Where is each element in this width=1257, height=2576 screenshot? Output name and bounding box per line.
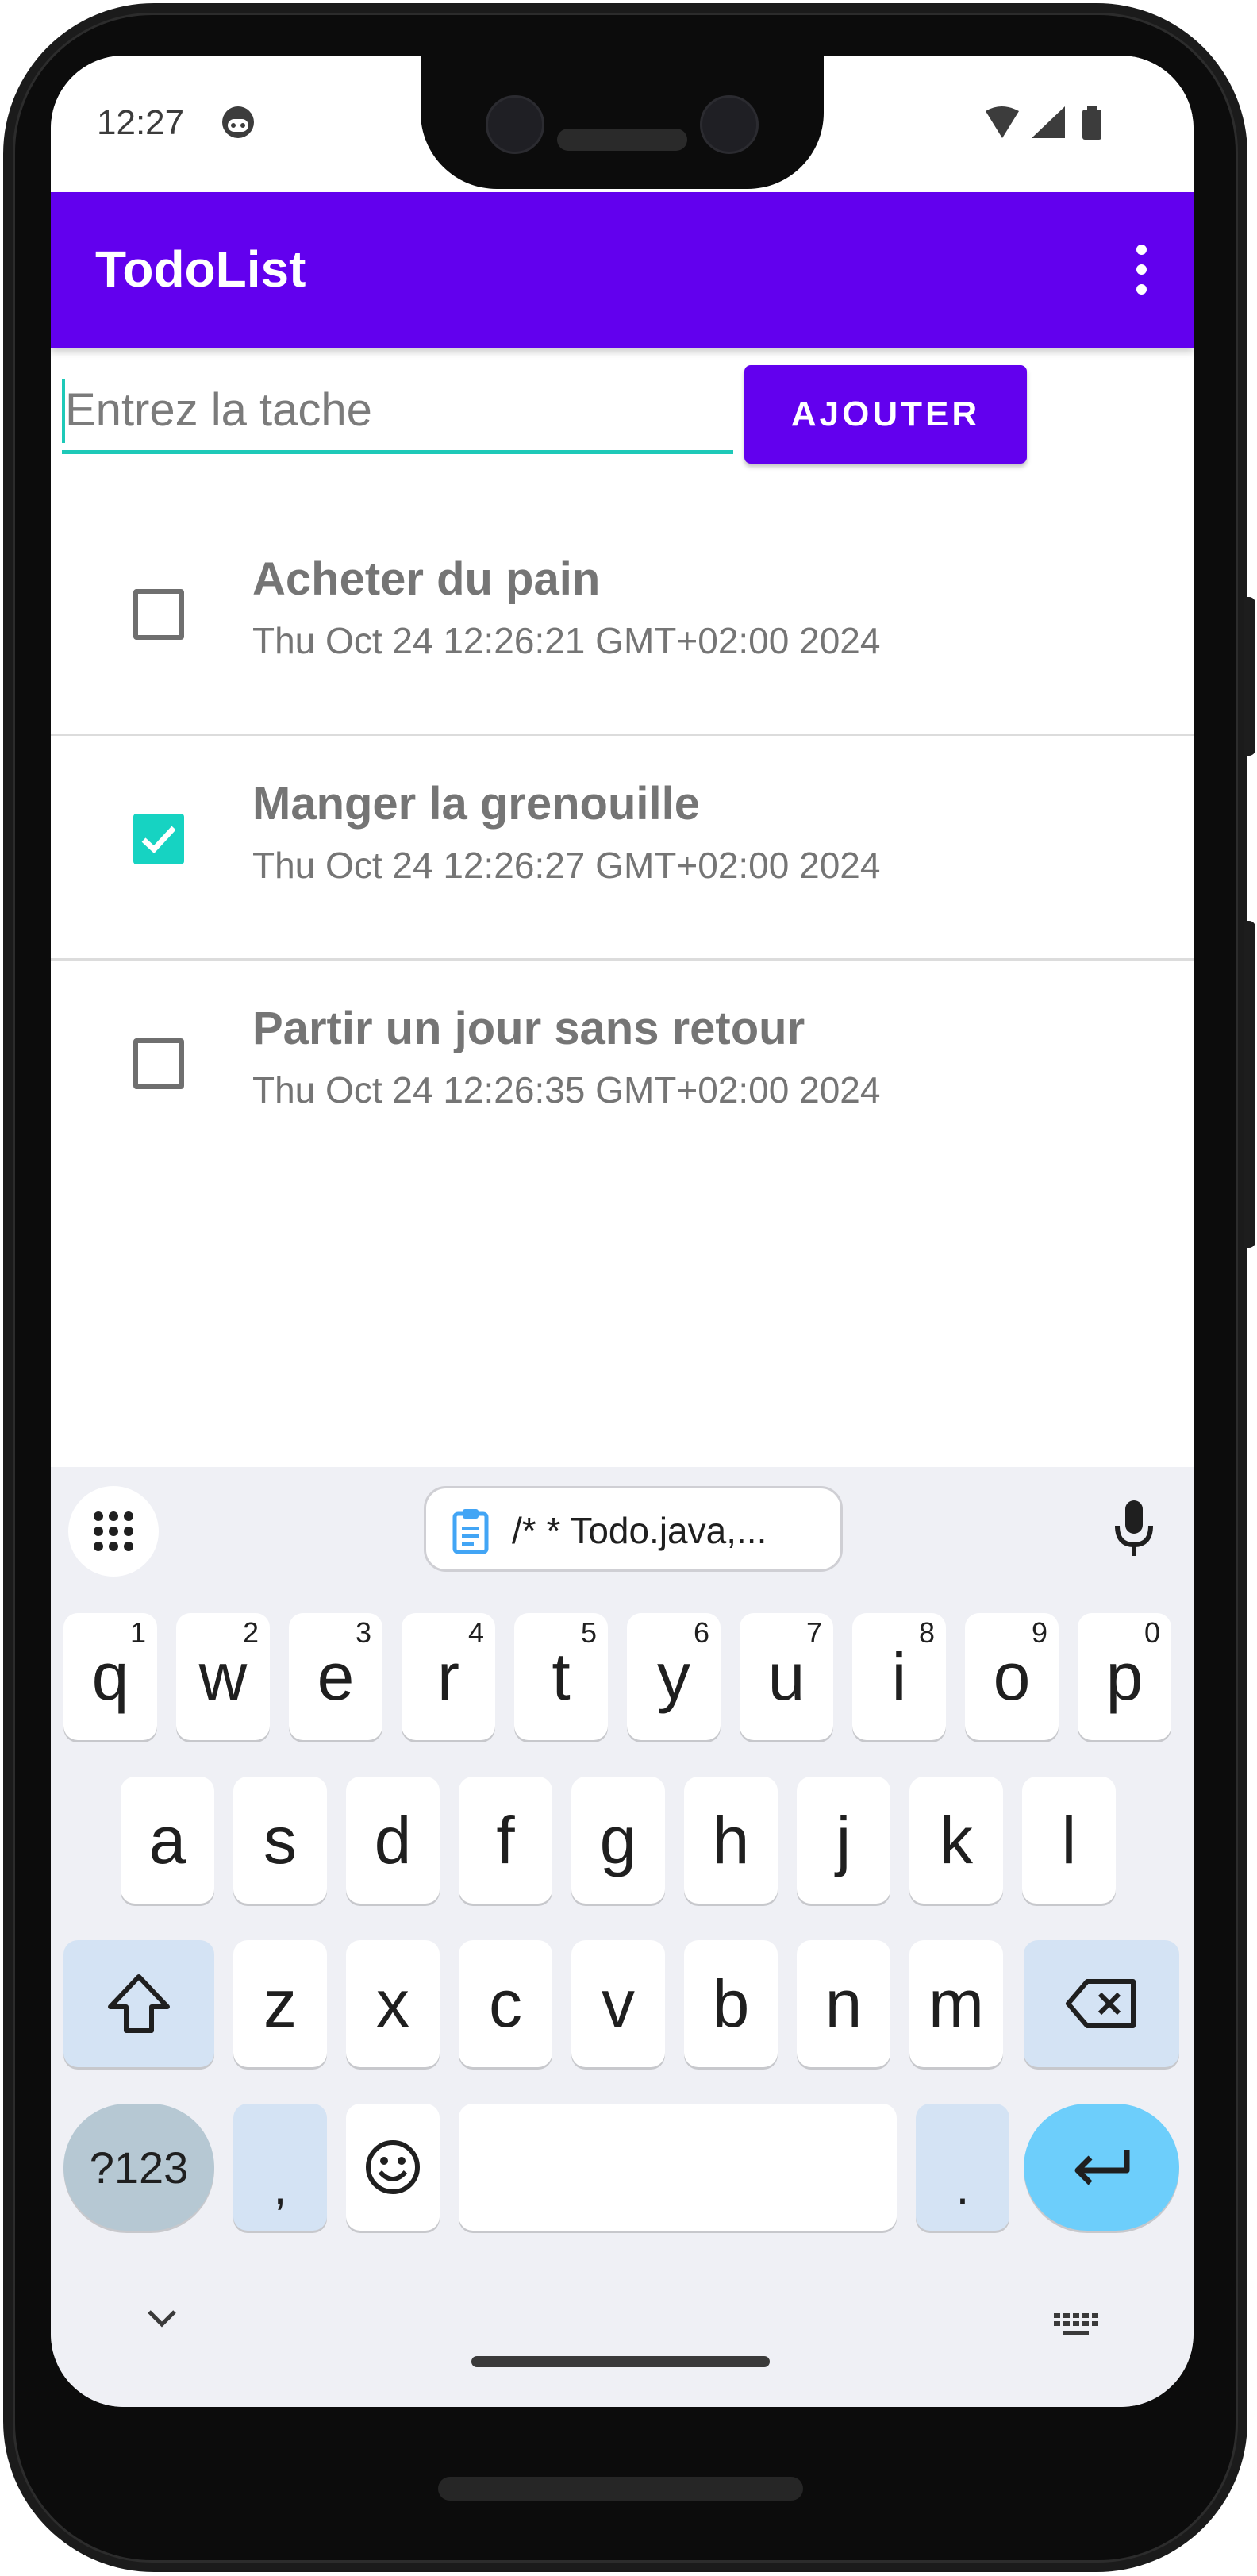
text-cursor — [62, 379, 65, 443]
key-j[interactable]: j — [797, 1777, 890, 1904]
key-f[interactable]: f — [459, 1777, 552, 1904]
clipboard-text: /* * Todo.java,... — [512, 1510, 767, 1551]
list-item[interactable]: Partir un jour sans retour Thu Oct 24 12… — [51, 961, 1194, 1185]
key-o[interactable]: o9 — [965, 1613, 1059, 1740]
key-w[interactable]: w2 — [176, 1613, 270, 1740]
status-time: 12:27 — [97, 103, 185, 142]
microphone-icon[interactable] — [1113, 1499, 1155, 1559]
key-h[interactable]: h — [684, 1777, 778, 1904]
key-s[interactable]: s — [233, 1777, 327, 1904]
front-camera — [486, 95, 544, 154]
key-q[interactable]: q1 — [63, 1613, 157, 1740]
key-a[interactable]: a — [121, 1777, 214, 1904]
key-i[interactable]: i8 — [852, 1613, 946, 1740]
apps-grid-button[interactable] — [68, 1486, 159, 1577]
shift-icon — [108, 1974, 170, 2033]
app-title: TodoList — [95, 241, 306, 298]
task-date: Thu Oct 24 12:26:27 GMT+02:00 2024 — [252, 845, 881, 886]
gesture-home-bar[interactable] — [471, 2356, 770, 2367]
status-icons — [986, 106, 1101, 140]
checkmark-icon — [141, 826, 176, 853]
space-key[interactable] — [459, 2104, 897, 2231]
key-t[interactable]: t5 — [514, 1613, 608, 1740]
task-title: Partir un jour sans retour — [252, 1003, 805, 1054]
key-y[interactable]: y6 — [627, 1613, 721, 1740]
period-key[interactable]: . — [916, 2104, 1009, 2231]
task-checkbox-checked[interactable] — [133, 814, 184, 864]
task-checkbox[interactable] — [133, 1038, 184, 1089]
bottom-speaker-grille — [438, 2477, 803, 2501]
task-date: Thu Oct 24 12:26:35 GMT+02:00 2024 — [252, 1069, 881, 1111]
camera-notch — [421, 56, 824, 189]
emoji-key[interactable] — [346, 2104, 440, 2231]
power-button — [1244, 597, 1255, 756]
key-v[interactable]: v — [571, 1940, 665, 2067]
key-x[interactable]: x — [346, 1940, 440, 2067]
todo-list: Acheter du pain Thu Oct 24 12:26:21 GMT+… — [51, 511, 1194, 1185]
key-m[interactable]: m — [909, 1940, 1003, 2067]
hide-keyboard-chevron-icon[interactable] — [144, 2307, 179, 2331]
comma-key[interactable]: , — [233, 2104, 327, 2231]
earpiece — [557, 129, 687, 151]
key-n[interactable]: n — [797, 1940, 890, 2067]
key-r[interactable]: r4 — [402, 1613, 495, 1740]
add-button[interactable]: AJOUTER — [744, 365, 1027, 464]
key-c[interactable]: c — [459, 1940, 552, 2067]
apps-grid-icon — [94, 1511, 133, 1551]
overflow-menu-icon[interactable] — [1125, 245, 1157, 295]
keyboard-suggestion-bar: /* * Todo.java,... — [51, 1467, 1194, 1594]
battery-icon — [1082, 110, 1101, 140]
screen: 12:27 TodoList Entrez la tache AJOUTER A… — [51, 56, 1194, 2407]
enter-key[interactable] — [1024, 2104, 1179, 2231]
wifi-icon — [986, 106, 1019, 138]
cellular-icon — [1032, 106, 1065, 138]
key-d[interactable]: d — [346, 1777, 440, 1904]
backspace-key[interactable] — [1024, 1940, 1179, 2067]
key-u[interactable]: u7 — [740, 1613, 833, 1740]
task-checkbox[interactable] — [133, 589, 184, 640]
key-b[interactable]: b — [684, 1940, 778, 2067]
clipboard-suggestion-chip[interactable]: /* * Todo.java,... — [424, 1486, 843, 1572]
symbols-key[interactable]: ?123 — [63, 2104, 214, 2231]
key-k[interactable]: k — [909, 1777, 1003, 1904]
task-title: Manger la grenouille — [252, 778, 700, 830]
app-bar: TodoList — [51, 192, 1194, 348]
backspace-icon — [1066, 1979, 1136, 2028]
navigation-bar — [51, 2270, 1194, 2407]
task-title: Acheter du pain — [252, 553, 601, 605]
front-sensor — [700, 95, 759, 154]
key-z[interactable]: z — [233, 1940, 327, 2067]
task-input[interactable] — [62, 370, 733, 454]
emoji-icon — [366, 2140, 420, 2194]
key-p[interactable]: p0 — [1078, 1613, 1171, 1740]
keyboard-switch-icon[interactable] — [1052, 2312, 1100, 2340]
phone-frame: 12:27 TodoList Entrez la tache AJOUTER A… — [0, 0, 1257, 2576]
status-bar: 12:27 — [51, 56, 1194, 192]
list-item[interactable]: Acheter du pain Thu Oct 24 12:26:21 GMT+… — [51, 511, 1194, 736]
android-face-icon — [222, 106, 254, 138]
volume-button — [1244, 921, 1255, 1248]
soft-keyboard: /* * Todo.java,... q1 w2 e3 r4 t5 y6 u7 … — [51, 1467, 1194, 2407]
task-date: Thu Oct 24 12:26:21 GMT+02:00 2024 — [252, 620, 881, 661]
shift-key[interactable] — [63, 1940, 214, 2067]
key-g[interactable]: g — [571, 1777, 665, 1904]
input-row: AJOUTER — [51, 365, 1194, 484]
key-l[interactable]: l — [1022, 1777, 1116, 1904]
clipboard-icon — [452, 1509, 489, 1554]
key-e[interactable]: e3 — [289, 1613, 382, 1740]
list-item[interactable]: Manger la grenouille Thu Oct 24 12:26:27… — [51, 736, 1194, 961]
enter-icon — [1074, 2150, 1130, 2185]
